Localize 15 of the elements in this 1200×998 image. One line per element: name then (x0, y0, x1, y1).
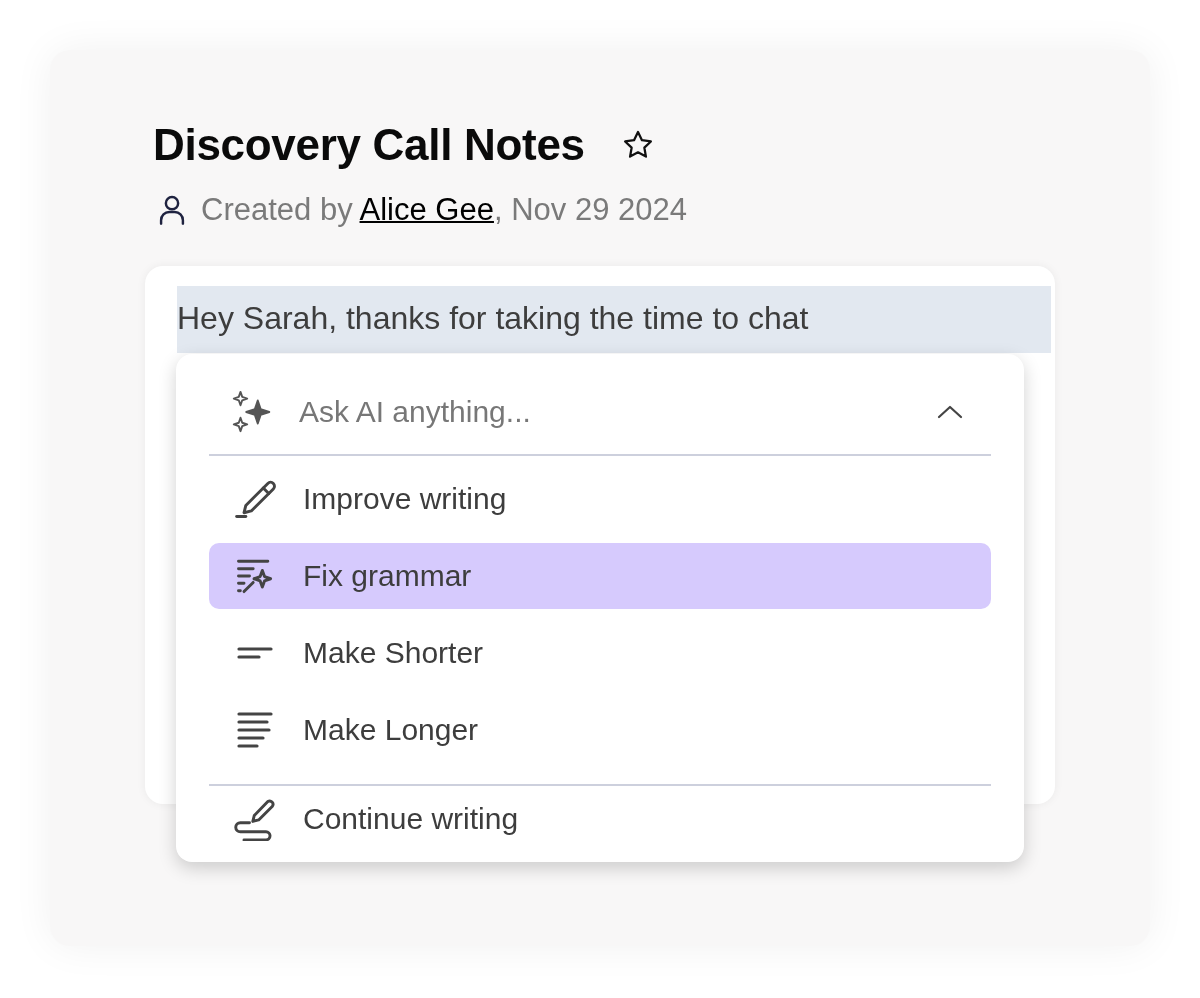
ask-ai-field[interactable]: Ask AI anything... (297, 394, 937, 430)
chevron-up-icon[interactable] (937, 404, 963, 420)
menu-item[interactable]: Continue writing (209, 786, 991, 852)
created-info: Created by Alice Gee, Nov 29 2024 (201, 192, 687, 228)
menu-item[interactable]: Make Shorter (209, 620, 991, 686)
long-lines-icon (237, 712, 273, 748)
pen-squiggle-icon (233, 797, 277, 841)
note-title: Discovery Call Notes (153, 120, 585, 170)
menu-item[interactable]: Make Longer (209, 697, 991, 763)
author-link[interactable]: Alice Gee (359, 192, 494, 227)
selected-text: Hey Sarah, thanks for taking the time to chat (177, 286, 1051, 353)
menu-item[interactable]: Improve writing (209, 466, 991, 532)
short-lines-icon (237, 647, 273, 659)
person-icon (157, 193, 187, 227)
menu-item[interactable]: Fix grammar (209, 543, 991, 609)
